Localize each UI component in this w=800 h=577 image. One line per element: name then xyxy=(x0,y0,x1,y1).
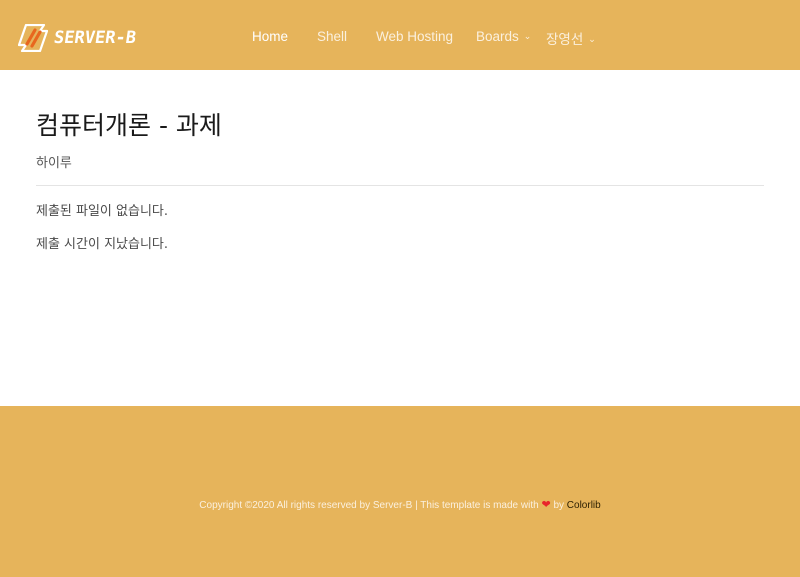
nav-home[interactable]: Home xyxy=(252,29,288,44)
nav-shell[interactable]: Shell xyxy=(317,29,347,44)
site-footer: Copyright ©2020 All rights reserved by S… xyxy=(0,406,800,577)
page-title: 컴퓨터개론 - 과제 xyxy=(36,111,222,140)
chevron-down-icon: ⌄ xyxy=(523,31,532,41)
nav-web-hosting[interactable]: Web Hosting xyxy=(376,29,453,44)
nav-user-menu[interactable]: 장영선 ⌄ xyxy=(546,28,596,48)
nav-label: Shell xyxy=(317,29,348,44)
nav-label: Home xyxy=(252,29,289,44)
divider xyxy=(36,185,764,186)
nav-boards[interactable]: Boards ⌄ xyxy=(476,29,531,44)
nav-label: Boards xyxy=(476,29,519,44)
chevron-down-icon: ⌄ xyxy=(588,34,596,44)
footer-copyright: Copyright ©2020 All rights reserved by S… xyxy=(0,498,800,511)
post-author: 하이루 xyxy=(36,156,72,171)
copyright-text: Copyright ©2020 All rights reserved by S… xyxy=(199,500,539,511)
footer-by-text: by xyxy=(553,500,565,511)
deadline-passed-message: 제출 시간이 지났습니다. xyxy=(36,237,168,252)
colorlib-link[interactable]: Colorlib xyxy=(567,500,601,511)
no-file-message: 제출된 파일이 없습니다. xyxy=(36,204,168,219)
nav-label: Web Hosting xyxy=(376,29,454,44)
heart-icon: ❤ xyxy=(541,499,551,511)
main-nav: Home Shell Web Hosting Boards ⌄ 장영선 ⌄ xyxy=(0,0,800,70)
nav-label: 장영선 xyxy=(546,32,584,47)
site-header: SERVER-B Home Shell Web Hosting Boards ⌄ … xyxy=(0,0,800,70)
